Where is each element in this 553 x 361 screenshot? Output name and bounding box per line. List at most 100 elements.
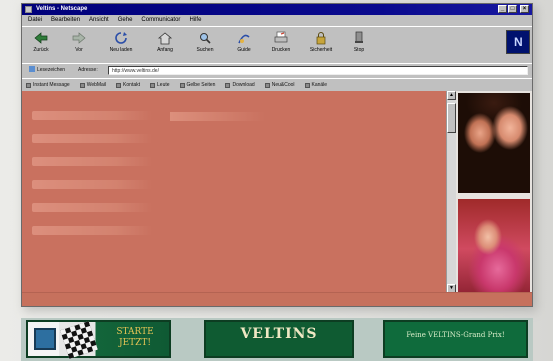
photo-column — [456, 91, 532, 293]
banner-promo-text: Feine VELTINS-Grand Prix! — [406, 331, 505, 339]
search-icon — [200, 33, 211, 44]
personal-item-contact[interactable]: Kontakt — [116, 79, 140, 91]
minimize-button[interactable]: _ — [498, 5, 507, 13]
personal-item-new-cool[interactable]: Neu&Cool — [264, 79, 295, 91]
nav-item[interactable] — [32, 180, 152, 189]
banner-start-now[interactable]: STARTE JETZT! — [26, 320, 171, 359]
nav-item[interactable] — [32, 226, 152, 235]
menu-edit[interactable]: Bearbeiten — [51, 16, 80, 25]
menu-go[interactable]: Gehe — [118, 16, 133, 25]
bookmark-icon — [264, 82, 270, 88]
print-button[interactable]: Drucken — [266, 30, 296, 60]
netscape-throbber[interactable]: N — [506, 30, 530, 54]
forward-button[interactable]: Vor — [64, 30, 94, 60]
news-item[interactable] — [170, 127, 380, 154]
news-text — [170, 260, 380, 266]
menu-file[interactable]: Datei — [28, 16, 42, 25]
banner-grand-prix[interactable]: Feine VELTINS-Grand Prix! — [383, 320, 528, 358]
news-text — [170, 181, 380, 187]
bookmark-icon — [179, 82, 185, 88]
security-button[interactable]: Sicherheit — [306, 30, 336, 60]
personal-item-people[interactable]: Leute — [150, 79, 170, 91]
news-text — [170, 145, 380, 151]
personal-item-download[interactable]: Download — [225, 79, 255, 91]
forward-arrow-icon — [72, 32, 86, 44]
bookmark-icon — [116, 82, 122, 88]
news-text — [170, 172, 380, 178]
bookmark-icon — [304, 82, 310, 88]
home-button[interactable]: Anfang — [150, 30, 180, 60]
banner-cta-text: STARTE JETZT! — [116, 327, 154, 348]
browser-window: Veltins - Netscape _ □ × Datei Bearbeite… — [21, 3, 533, 307]
bookmark-icon — [26, 82, 31, 88]
personal-item-label: Leute — [157, 82, 170, 88]
netscape-n-icon: N — [514, 35, 523, 49]
news-item[interactable] — [170, 163, 380, 190]
personal-item-webmail[interactable]: WebMail — [79, 79, 107, 91]
personal-toolbar: Instant Message WebMail Kontakt Leute Ge… — [22, 78, 532, 92]
news-text — [170, 214, 380, 220]
brand-logo-text: VELTINS — [240, 326, 318, 342]
nav-item[interactable] — [32, 111, 152, 120]
footer-links[interactable] — [22, 292, 532, 306]
close-button[interactable]: × — [520, 5, 529, 13]
news-title — [170, 127, 380, 133]
personal-item-label: Kanäle — [311, 82, 328, 88]
couple-photo — [458, 93, 530, 193]
bookmark-icon — [150, 82, 156, 88]
lock-icon — [316, 32, 326, 45]
personal-item-label: Instant Message — [33, 82, 70, 88]
news-title — [170, 163, 380, 169]
personal-item-channels[interactable]: Kanäle — [304, 79, 328, 91]
back-label: Zurück — [33, 47, 49, 53]
personal-item-label: Neu&Cool — [271, 82, 295, 88]
scroll-up-button[interactable]: ▲ — [447, 91, 456, 100]
bookmark-icon — [225, 82, 231, 88]
guide-button[interactable]: Guide — [229, 30, 259, 60]
news-text — [170, 136, 380, 142]
print-label: Drucken — [271, 47, 291, 53]
menu-communicator[interactable]: Communicator — [141, 16, 180, 25]
nav-item[interactable] — [32, 203, 152, 212]
window-title: Veltins - Netscape — [36, 6, 88, 12]
news-title — [170, 242, 380, 248]
disk-icon — [34, 328, 56, 350]
title-bar: Veltins - Netscape _ □ × — [22, 4, 532, 15]
bookmarks-label: Lesezeichen — [37, 67, 66, 73]
reload-icon — [115, 32, 127, 44]
section-heading — [170, 112, 265, 121]
menu-view[interactable]: Ansicht — [89, 16, 109, 25]
personal-item-yellow-pages[interactable]: Gelbe Seiten — [179, 79, 216, 91]
stop-icon — [355, 31, 363, 43]
maximize-button[interactable]: □ — [508, 5, 517, 13]
navigation-toolbar: Zurück Vor Neu laden Anfang Suchen Guide… — [22, 26, 532, 64]
address-label: Adresse: — [78, 67, 98, 73]
news-title — [170, 205, 380, 211]
home-label: Anfang — [157, 47, 173, 53]
stop-label: Stop — [353, 47, 365, 53]
back-button[interactable]: Zurück — [26, 30, 56, 60]
ad-banner-strip: STARTE JETZT! VELTINS Feine VELTINS-Gran… — [21, 318, 533, 361]
news-item[interactable] — [170, 205, 380, 232]
personal-item-label: Gelbe Seiten — [186, 82, 216, 88]
search-button[interactable]: Suchen — [190, 30, 220, 60]
vertical-scrollbar[interactable]: ▲ ▼ — [446, 91, 456, 293]
bookmarks-button[interactable]: Lesezeichen — [26, 66, 68, 75]
banner-veltins[interactable]: VELTINS — [204, 320, 354, 358]
printer-icon — [274, 31, 288, 43]
bookmark-icon — [79, 82, 85, 88]
reload-button[interactable]: Neu laden — [106, 30, 136, 60]
personal-item-label: WebMail — [86, 82, 107, 88]
personal-item-label: Kontakt — [123, 82, 141, 88]
news-item[interactable] — [170, 242, 380, 269]
menu-help[interactable]: Hilfe — [189, 16, 201, 25]
checkered-flag-icon — [60, 321, 98, 359]
reload-label: Neu laden — [109, 47, 133, 53]
window-controls: _ □ × — [498, 5, 529, 13]
personal-item-instant-message[interactable]: Instant Message — [26, 79, 70, 91]
nav-item[interactable] — [32, 134, 152, 143]
scroll-thumb[interactable] — [447, 103, 456, 133]
nav-item[interactable] — [32, 157, 152, 166]
stop-button[interactable]: Stop — [344, 30, 374, 60]
address-input[interactable] — [108, 66, 528, 75]
